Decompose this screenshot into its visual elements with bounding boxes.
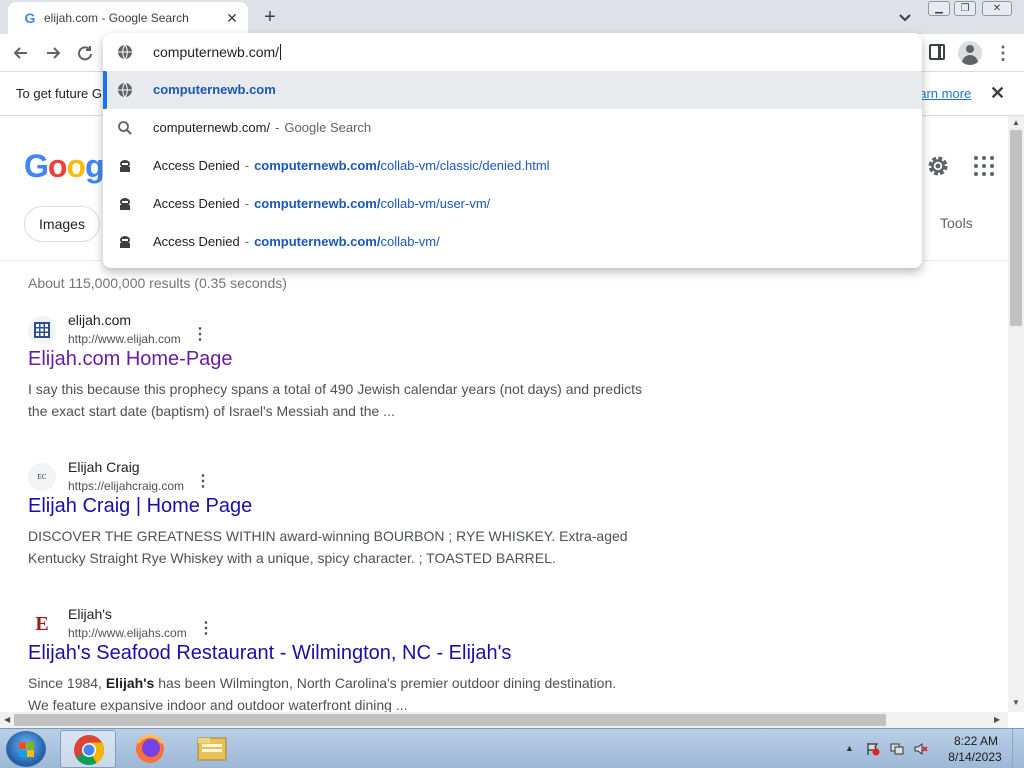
- site-favicon-icon: [120, 160, 130, 172]
- scroll-left-arrow-icon[interactable]: ◀: [4, 715, 10, 724]
- tools-button[interactable]: Tools: [940, 215, 973, 231]
- suggestion-search-query: computernewb.com/: [153, 120, 271, 135]
- result-snippet: Since 1984, Elijah's has been Wilmington…: [28, 675, 617, 712]
- vertical-scroll-thumb[interactable]: [1010, 130, 1022, 326]
- reload-icon: [78, 46, 92, 61]
- suggestion-url[interactable]: computernewb.com: [103, 71, 922, 109]
- scroll-right-arrow-icon[interactable]: ▶: [994, 715, 1000, 724]
- site-favicon-icon: [120, 198, 130, 210]
- forward-arrow-icon: [47, 47, 61, 59]
- info-bar-close-icon[interactable]: ✕: [990, 83, 1005, 104]
- show-desktop-button[interactable]: [1012, 729, 1024, 768]
- result-url[interactable]: http://www.elijah.com: [68, 332, 181, 346]
- horizontal-scroll-thumb[interactable]: [14, 714, 886, 726]
- clock-time[interactable]: 8:22 AM: [948, 734, 1004, 748]
- address-bar[interactable]: computernewb.com/: [103, 33, 922, 71]
- windows-taskbar: ▲ 8:22 AM 8/14/2023: [0, 728, 1024, 768]
- suggestion-history[interactable]: Access Denied - computernewb.com/collab-vm…: [103, 223, 922, 261]
- result-url[interactable]: http://www.elijahs.com: [68, 626, 187, 640]
- result-url[interactable]: https://elijahcraig.com: [68, 479, 184, 493]
- forward-button[interactable]: [40, 40, 66, 66]
- result-site-name: Elijah Craig: [68, 459, 140, 475]
- suggestion-url-path: collab-vm/user-vm/: [380, 196, 491, 211]
- elijahs-favicon-icon: E: [28, 610, 56, 638]
- omnibox-dropdown: computernewb.com/ computernewb.com compu…: [103, 33, 922, 268]
- scroll-down-arrow-icon[interactable]: ▼: [1012, 698, 1020, 707]
- result-snippet: DISCOVER THE GREATNESS WITHIN award-winn…: [28, 528, 628, 566]
- taskbar-file-explorer-icon[interactable]: [184, 730, 240, 768]
- back-button[interactable]: [8, 40, 34, 66]
- suggestion-search[interactable]: computernewb.com/- Google Search: [103, 109, 922, 147]
- result-snippet: I say this because this prophecy spans a…: [28, 381, 643, 419]
- suggestion-search-suffix: Google Search: [284, 120, 372, 135]
- suggestion-history[interactable]: Access Denied - computernewb.com/collab-vm…: [103, 185, 922, 223]
- settings-gear-icon[interactable]: [924, 152, 952, 180]
- taskbar-firefox-icon[interactable]: [122, 730, 178, 768]
- suggestion-url-path: collab-vm/classic/denied.html: [380, 158, 550, 173]
- suggestion-title: Access Denied: [153, 196, 240, 211]
- scroll-up-arrow-icon[interactable]: ▲: [1012, 118, 1020, 127]
- profile-avatar-icon[interactable]: [958, 41, 982, 65]
- close-window-button[interactable]: ✕: [982, 1, 1012, 16]
- side-panel-icon[interactable]: [929, 44, 945, 60]
- search-result: EC Elijah Craig https://elijahcraig.com …: [28, 459, 648, 579]
- google-logo[interactable]: Googl: [24, 146, 112, 186]
- globe-icon: [118, 82, 132, 98]
- site-favicon-icon: [120, 236, 130, 248]
- result-title-link[interactable]: Elijah Craig | Home Page: [28, 495, 252, 518]
- google-logo-letter: g: [84, 148, 105, 184]
- network-icon[interactable]: [890, 742, 904, 756]
- action-center-flag-icon[interactable]: [866, 742, 880, 756]
- suggestion-history[interactable]: Access Denied - computernewb.com/collab-vm…: [103, 147, 922, 185]
- suggestion-url-path: collab-vm/: [380, 234, 440, 249]
- globe-icon: [118, 44, 132, 60]
- back-arrow-icon: [13, 47, 27, 59]
- search-icon: [118, 121, 132, 135]
- restore-button[interactable]: ❐: [954, 1, 976, 16]
- search-result: E Elijah's http://www.elijahs.com ⋮ Elij…: [28, 606, 648, 712]
- google-logo-letter: o: [66, 148, 86, 184]
- result-title-link[interactable]: Elijah's Seafood Restaurant - Wilmington…: [28, 642, 511, 665]
- new-tab-button[interactable]: +: [258, 5, 282, 29]
- tab-strip: G elijah.com - Google Search ✕ + ▁ ❐ ✕: [0, 0, 1024, 34]
- start-button-windows-icon[interactable]: [6, 731, 46, 767]
- volume-muted-icon[interactable]: [914, 742, 928, 756]
- result-stats: About 115,000,000 results (0.35 seconds): [28, 275, 287, 291]
- result-more-kebab-icon[interactable]: ⋮: [195, 474, 211, 490]
- tab-title: elijah.com - Google Search: [44, 11, 189, 25]
- tab-close-icon[interactable]: ✕: [222, 8, 242, 28]
- clock-date[interactable]: 8/14/2023: [944, 750, 1006, 764]
- address-input[interactable]: computernewb.com/: [153, 44, 282, 60]
- suggestion-title: Access Denied: [153, 158, 240, 173]
- tab-search-chevron-icon[interactable]: [894, 6, 916, 28]
- result-title-link[interactable]: Elijah.com Home-Page: [28, 348, 233, 371]
- google-logo-letter: G: [24, 148, 49, 184]
- suggestion-url-text: computernewb.com: [153, 82, 276, 97]
- result-site-name: elijah.com: [68, 312, 132, 328]
- taskbar-chrome-icon[interactable]: [60, 730, 116, 768]
- google-logo-letter: o: [47, 148, 68, 184]
- browser-menu-kebab-icon[interactable]: ⋮: [994, 41, 1012, 65]
- suggestion-url-domain: computernewb.com/: [254, 196, 381, 211]
- google-apps-grid-icon[interactable]: [974, 156, 994, 176]
- reload-button[interactable]: [72, 40, 98, 66]
- images-filter-chip[interactable]: Images: [24, 206, 100, 242]
- minimize-button[interactable]: ▁: [928, 1, 950, 16]
- elijah-craig-favicon-icon: EC: [28, 463, 56, 491]
- suggestion-title: Access Denied: [153, 234, 240, 249]
- google-favicon-icon: G: [24, 10, 36, 26]
- info-bar-text: To get future G: [16, 86, 102, 101]
- suggestion-url-domain: computernewb.com/: [254, 234, 381, 249]
- tab-google-search[interactable]: G elijah.com - Google Search ✕: [8, 2, 248, 34]
- result-more-kebab-icon[interactable]: ⋮: [198, 621, 214, 637]
- result-more-kebab-icon[interactable]: ⋮: [192, 327, 208, 343]
- result-site-name: Elijah's: [68, 606, 112, 622]
- building-favicon-icon: [28, 316, 56, 344]
- search-result: elijah.com http://www.elijah.com ⋮ Elija…: [28, 312, 648, 432]
- tray-expand-arrow-icon[interactable]: ▲: [845, 743, 854, 753]
- suggestion-url-domain: computernewb.com/: [254, 158, 381, 173]
